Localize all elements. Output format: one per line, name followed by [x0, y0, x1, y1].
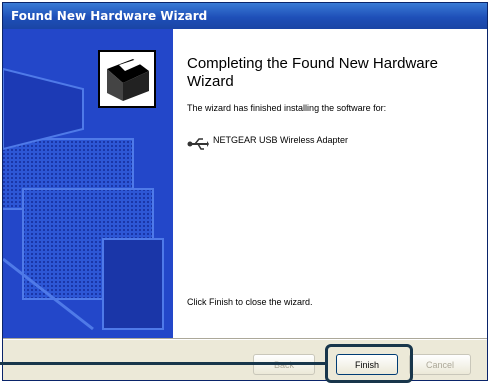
page-heading: Completing the Found New Hardware Wizard: [187, 55, 438, 90]
callout-line: [0, 362, 326, 365]
usb-icon: [187, 138, 209, 150]
wizard-content: Completing the Found New Hardware Wizard…: [173, 29, 487, 339]
title-bar: Found New Hardware Wizard: [3, 3, 487, 29]
cancel-button[interactable]: Cancel: [409, 354, 471, 375]
closing-instruction: Click Finish to close the wizard.: [187, 297, 313, 307]
installed-device: NETGEAR USB Wireless Adapter: [187, 133, 467, 163]
wizard-window: Found New Hardware Wizard Completing the…: [2, 2, 488, 381]
description-text: The wizard has finished installing the s…: [187, 103, 387, 113]
wizard-side-panel: [3, 29, 173, 339]
button-bar: Back Finish Cancel: [3, 339, 487, 380]
window-title: Found New Hardware Wizard: [11, 9, 208, 23]
finish-highlight: [325, 344, 413, 383]
wizard-graphic: [3, 29, 173, 339]
hardware-icon: [98, 50, 156, 108]
device-name: NETGEAR USB Wireless Adapter: [213, 135, 349, 145]
